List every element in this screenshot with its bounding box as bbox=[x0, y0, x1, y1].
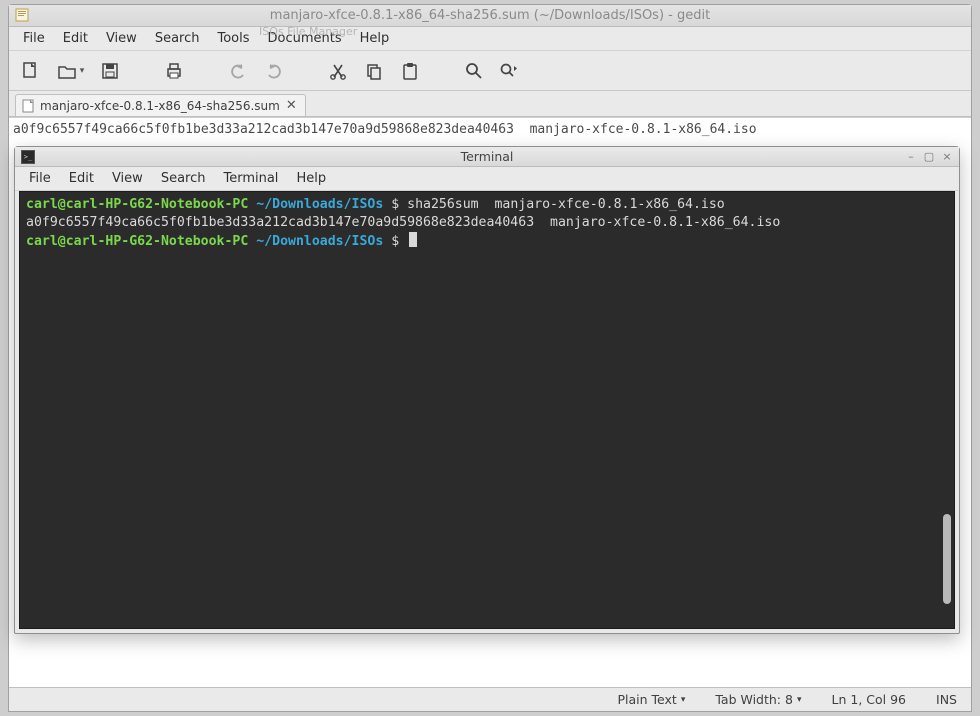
new-document-icon[interactable] bbox=[19, 60, 41, 82]
status-syntax-selector[interactable]: Plain Text ▾ bbox=[618, 692, 686, 707]
gedit-app-icon bbox=[15, 8, 29, 22]
prompt-path: ~/Downloads/ISOs bbox=[256, 234, 383, 249]
terminal-line-prompt: carl@carl-HP-G62-Notebook-PC ~/Downloads… bbox=[26, 232, 948, 251]
prompt-path: ~/Downloads/ISOs bbox=[256, 197, 383, 212]
terminal-line-cmd: carl@carl-HP-G62-Notebook-PC ~/Downloads… bbox=[26, 196, 948, 214]
term-menu-file[interactable]: File bbox=[21, 168, 59, 189]
terminal-output-hash: a0f9c6557f49ca66c5f0fb1be3d33a212cad3b14… bbox=[26, 215, 534, 230]
prompt-userhost: carl@carl-HP-G62-Notebook-PC bbox=[26, 197, 248, 212]
document-icon bbox=[22, 99, 34, 113]
terminal-output-file: manjaro-xfce-0.8.1-x86_64.iso bbox=[550, 215, 780, 230]
term-menu-view[interactable]: View bbox=[104, 168, 151, 189]
document-tab-label: manjaro-xfce-0.8.1-x86_64-sha256.sum bbox=[40, 99, 280, 113]
term-menu-terminal[interactable]: Terminal bbox=[215, 168, 286, 189]
status-syntax-label: Plain Text bbox=[618, 692, 677, 707]
terminal-app-icon bbox=[21, 150, 35, 164]
terminal-line-output: a0f9c6557f49ca66c5f0fb1be3d33a212cad3b14… bbox=[26, 214, 948, 232]
term-menu-search[interactable]: Search bbox=[153, 168, 214, 189]
terminal-cursor bbox=[409, 232, 417, 247]
terminal-title: Terminal bbox=[461, 149, 514, 164]
editor-scrollbar[interactable] bbox=[959, 120, 969, 673]
terminal-scrollbar[interactable] bbox=[942, 194, 952, 626]
gedit-statusbar: Plain Text ▾ Tab Width: 8 ▾ Ln 1, Col 96… bbox=[9, 687, 971, 711]
print-icon[interactable] bbox=[163, 60, 185, 82]
paste-icon[interactable] bbox=[399, 60, 421, 82]
menu-file[interactable]: File bbox=[15, 28, 53, 49]
prompt-sep: $ bbox=[383, 234, 407, 249]
terminal-scrollbar-thumb[interactable] bbox=[943, 514, 951, 604]
terminal-command: sha256sum manjaro-xfce-0.8.1-x86_64.iso bbox=[407, 197, 725, 212]
gedit-toolbar: ▾ bbox=[9, 51, 971, 91]
status-insert-mode: INS bbox=[936, 692, 957, 707]
terminal-titlebar[interactable]: Terminal – ▢ × bbox=[15, 147, 959, 167]
save-document-icon[interactable] bbox=[99, 60, 121, 82]
gedit-tabstrip: manjaro-xfce-0.8.1-x86_64-sha256.sum ✕ bbox=[9, 91, 971, 117]
menu-edit[interactable]: Edit bbox=[55, 28, 96, 49]
prompt-userhost: carl@carl-HP-G62-Notebook-PC bbox=[26, 234, 248, 249]
status-tabwidth-value: 8 bbox=[785, 692, 793, 707]
status-tabwidth-selector[interactable]: Tab Width: 8 ▾ bbox=[715, 692, 801, 707]
menu-tools[interactable]: Tools bbox=[209, 28, 257, 49]
copy-icon[interactable] bbox=[363, 60, 385, 82]
menu-search[interactable]: Search bbox=[147, 28, 208, 49]
terminal-menubar: File Edit View Search Terminal Help bbox=[15, 167, 959, 191]
gedit-menubar: File Edit View Search Tools Documents He… bbox=[9, 27, 971, 51]
chevron-down-icon: ▾ bbox=[80, 66, 85, 76]
gedit-titlebar[interactable]: manjaro-xfce-0.8.1-x86_64-sha256.sum (~/… bbox=[9, 5, 971, 27]
undo-icon[interactable] bbox=[227, 60, 249, 82]
editor-content[interactable]: a0f9c6557f49ca66c5f0fb1be3d33a212cad3b14… bbox=[9, 118, 971, 141]
minimize-button[interactable]: – bbox=[905, 150, 917, 163]
find-icon[interactable] bbox=[463, 60, 485, 82]
editor-hash: a0f9c6557f49ca66c5f0fb1be3d33a212cad3b14… bbox=[13, 122, 514, 137]
term-menu-edit[interactable]: Edit bbox=[61, 168, 102, 189]
document-tab[interactable]: manjaro-xfce-0.8.1-x86_64-sha256.sum ✕ bbox=[15, 94, 306, 116]
close-button[interactable]: × bbox=[941, 150, 953, 163]
cut-icon[interactable] bbox=[327, 60, 349, 82]
chevron-down-icon: ▾ bbox=[681, 695, 686, 705]
window-controls: – ▢ × bbox=[905, 150, 953, 163]
find-replace-icon[interactable] bbox=[499, 60, 521, 82]
close-tab-icon[interactable]: ✕ bbox=[286, 98, 297, 113]
maximize-button[interactable]: ▢ bbox=[923, 150, 935, 163]
redo-icon[interactable] bbox=[263, 60, 285, 82]
editor-filename: manjaro-xfce-0.8.1-x86_64.iso bbox=[530, 122, 757, 137]
prompt-sep: $ bbox=[383, 197, 407, 212]
menu-help[interactable]: Help bbox=[352, 28, 398, 49]
status-cursor-position: Ln 1, Col 96 bbox=[832, 692, 907, 707]
status-tabwidth-label: Tab Width: bbox=[715, 692, 781, 707]
menu-view[interactable]: View bbox=[98, 28, 145, 49]
menu-documents[interactable]: Documents bbox=[260, 28, 350, 49]
term-menu-help[interactable]: Help bbox=[288, 168, 334, 189]
open-document-icon[interactable]: ▾ bbox=[55, 60, 85, 82]
gedit-title: manjaro-xfce-0.8.1-x86_64-sha256.sum (~/… bbox=[270, 8, 710, 23]
chevron-down-icon: ▾ bbox=[797, 695, 802, 705]
terminal-window: Terminal – ▢ × File Edit View Search Ter… bbox=[14, 146, 960, 634]
terminal-body[interactable]: carl@carl-HP-G62-Notebook-PC ~/Downloads… bbox=[19, 191, 955, 629]
